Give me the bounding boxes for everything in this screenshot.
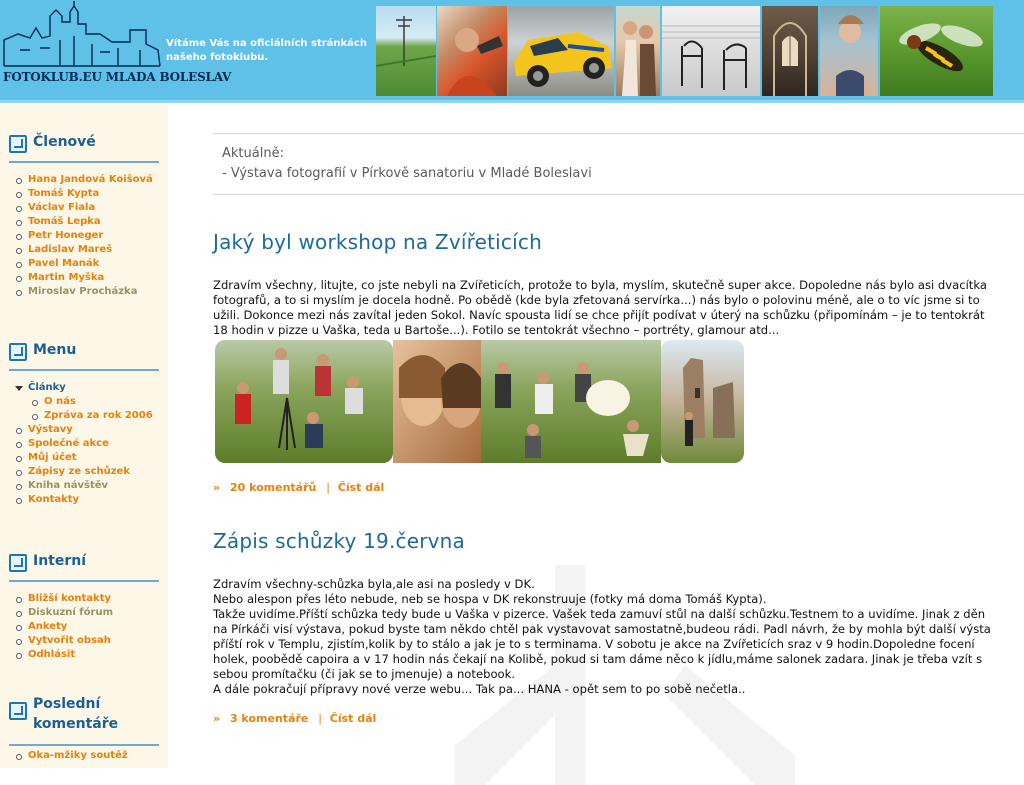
news-item[interactable]: - Výstava fotografií v Pírkově sanatoriu…	[222, 166, 592, 181]
article-photo-collage[interactable]	[213, 338, 746, 465]
section-divider	[9, 744, 159, 746]
news-label: Aktuálně:	[222, 146, 284, 161]
menu-item-zprava-2006[interactable]: Zpráva za rok 2006	[30, 409, 153, 423]
member-link[interactable]: Petr Honeger	[14, 229, 153, 243]
article-footer: » 3 komentáře | Číst dál	[213, 712, 376, 725]
internal-item-forum[interactable]: Diskuzní fórum	[14, 606, 113, 620]
header-photo-hoverfly	[880, 6, 993, 96]
site-logo[interactable]: FOTOKLUB.EU MLADA BOLESLAV	[0, 0, 231, 97]
menu-item-vystavy[interactable]: Výstavy	[14, 423, 153, 437]
header-photo-church	[762, 6, 818, 96]
internal-item-create[interactable]: Vytvořit obsah	[14, 634, 113, 648]
internal-menu: Bližší kontakty Diskuzní fórum Ankety Vy…	[14, 592, 113, 662]
comments-section-title: Poslední komentáře	[9, 694, 139, 734]
arrow-box-icon	[9, 554, 27, 572]
member-link[interactable]: Tomáš Lepka	[14, 215, 153, 229]
menu-item-muj-ucet[interactable]: Můj účet	[14, 451, 153, 465]
member-link[interactable]: Pavel Manák	[14, 257, 153, 271]
menu-section-title: Menu	[9, 342, 76, 361]
chevron-right-icon: »	[213, 481, 221, 494]
member-link[interactable]: Martin Myška	[14, 271, 153, 285]
read-more-link[interactable]: Číst dál	[338, 481, 385, 494]
section-divider	[9, 369, 159, 371]
arrow-box-icon	[9, 702, 27, 720]
member-link[interactable]: Hana Jandová Koišová	[14, 173, 153, 187]
internal-item-logout[interactable]: Odhlásit	[14, 648, 113, 662]
arrow-box-icon	[9, 343, 27, 361]
chevron-right-icon: »	[213, 712, 221, 725]
news-divider-bottom	[213, 194, 1024, 195]
members-section-title: Členové	[9, 134, 96, 153]
news-divider-top	[213, 133, 1024, 134]
members-list: Hana Jandová Koišová Tomáš Kypta Václav …	[14, 173, 153, 299]
member-link[interactable]: Miroslav Procházka	[14, 285, 153, 299]
welcome-text: Vítáme Vás na oficiálních stránkách naše…	[166, 38, 367, 63]
header-photo-field	[375, 6, 437, 96]
member-link[interactable]: Tomáš Kypta	[14, 187, 153, 201]
castle-logo-icon	[3, 1, 161, 67]
read-more-link[interactable]: Číst dál	[330, 712, 377, 725]
member-link[interactable]: Václav Fiala	[14, 201, 153, 215]
logo-text: FOTOKLUB.EU MLADA BOLESLAV	[3, 70, 232, 84]
comments-link[interactable]: 20 komentářů	[230, 481, 316, 494]
recent-comments-list: Oka-mžiky soutěž	[14, 749, 128, 763]
article-body: Zdravím všechny, litujte, co jste nebyli…	[213, 278, 987, 337]
header-photo-couple	[616, 6, 660, 96]
separator: |	[318, 712, 322, 725]
member-link[interactable]: Ladislav Mareš	[14, 243, 153, 257]
article-body: Zdravím všechny-schůzka byla,ale asi na …	[213, 577, 991, 696]
article-footer: » 20 komentářů | Číst dál	[213, 481, 384, 494]
arrow-box-icon	[9, 135, 27, 153]
header-photo-portrait	[437, 6, 507, 96]
menu-item-kniha-navstev[interactable]: Kniha návštěv	[14, 479, 153, 493]
recent-comment-link[interactable]: Oka-mžiky soutěž	[14, 749, 128, 763]
menu-item-clanky[interactable]: Články O nás Zpráva za rok 2006	[14, 381, 153, 423]
menu-item-kontakty[interactable]: Kontakty	[14, 493, 153, 507]
section-divider	[9, 580, 159, 582]
menu-item-spolecne-akce[interactable]: Společné akce	[14, 437, 153, 451]
menu-item-zapisy[interactable]: Zápisy ze schůzek	[14, 465, 153, 479]
header-photo-woman	[820, 6, 878, 96]
main-menu: Články O nás Zpráva za rok 2006 Výstavy …	[14, 381, 153, 507]
comments-link[interactable]: 3 komentáře	[230, 712, 308, 725]
article-title[interactable]: Zápis schůzky 19.června	[213, 529, 465, 553]
header-photo-rally-car	[508, 6, 614, 96]
internal-item-polls[interactable]: Ankety	[14, 620, 113, 634]
separator: |	[326, 481, 330, 494]
internal-item-contacts[interactable]: Bližší kontakty	[14, 592, 113, 606]
section-divider	[9, 161, 159, 163]
article-title[interactable]: Jaký byl workshop na Zvířeticích	[213, 230, 542, 254]
menu-item-o-nas[interactable]: O nás	[30, 395, 153, 409]
internal-section-title: Interní	[9, 553, 86, 572]
header-photo-chairs	[662, 6, 760, 96]
